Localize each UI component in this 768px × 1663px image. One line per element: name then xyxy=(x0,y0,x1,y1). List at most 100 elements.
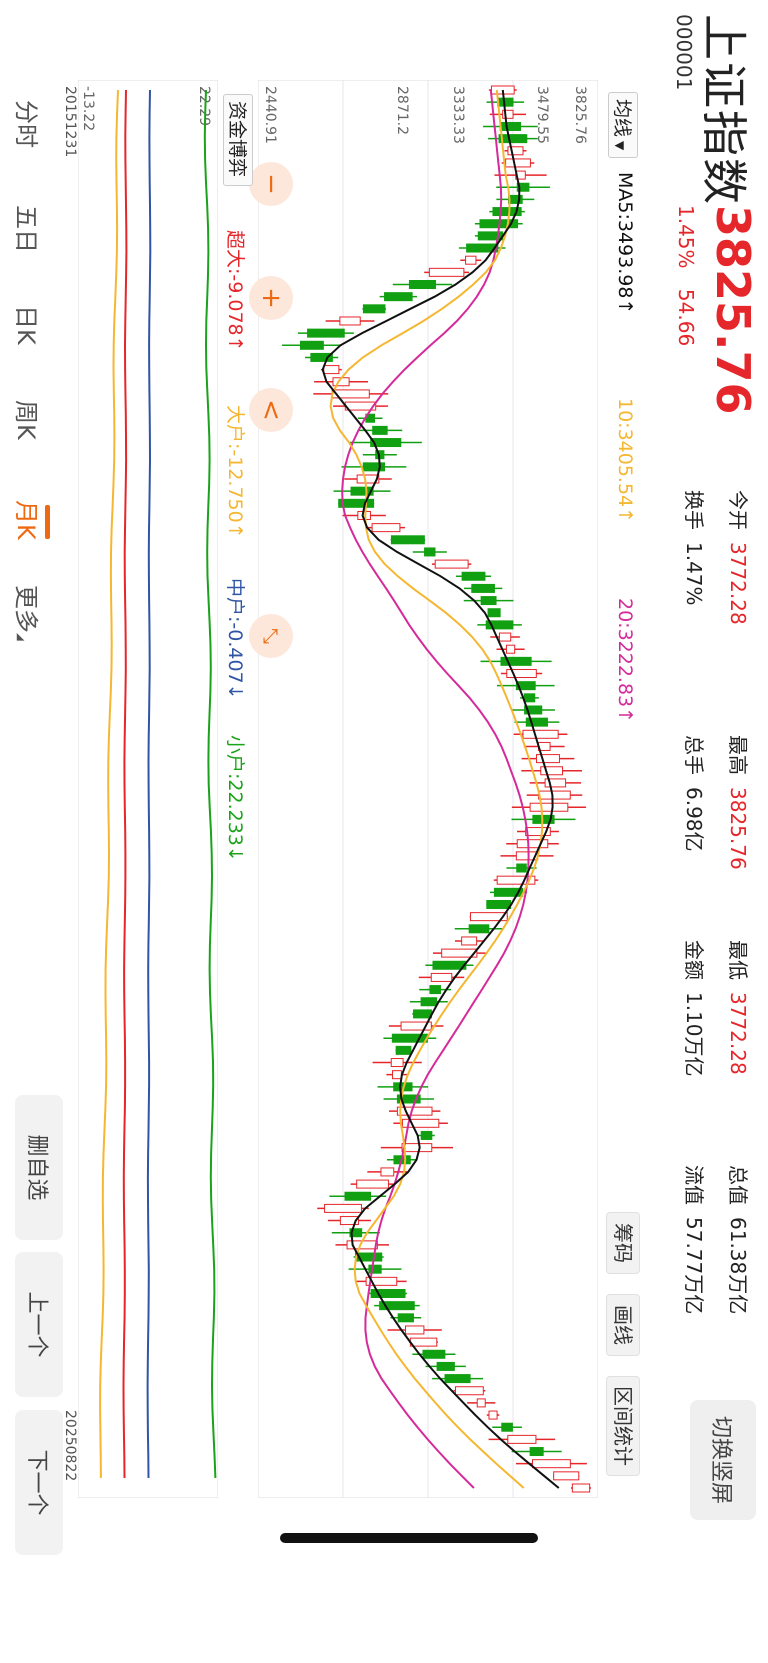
candle-body xyxy=(498,632,512,642)
candle-body xyxy=(371,523,401,533)
stat-total-value: 总值61.38万亿 xyxy=(726,1165,750,1315)
candle-body xyxy=(529,802,569,812)
candle-body xyxy=(535,754,560,764)
candle-body xyxy=(516,839,549,849)
candle-body xyxy=(501,1422,513,1432)
fund-large-label: 大户:-12.750↑ xyxy=(224,405,246,539)
candle-body xyxy=(505,644,516,654)
previous-button[interactable]: 上一个 xyxy=(15,1252,63,1397)
candle-body xyxy=(465,255,477,265)
tab-five-day[interactable]: 五日 xyxy=(11,205,46,253)
candle-body xyxy=(471,583,495,593)
change-percent: 1.45% xyxy=(674,205,698,269)
end-date: 20250822 xyxy=(62,1410,78,1482)
kline-mid-label: 3333.33 xyxy=(450,86,466,144)
candle-body xyxy=(380,1167,395,1177)
candle-body xyxy=(390,1058,404,1068)
candle-body xyxy=(532,1459,571,1469)
stat-float-value: 流值57.77万亿 xyxy=(682,1165,706,1315)
candle-body xyxy=(362,462,386,472)
candle-body xyxy=(404,1325,425,1335)
stat-volume: 总手6.98亿 xyxy=(682,735,706,852)
ma10-label: 10:3405.54↑ xyxy=(614,398,636,524)
candle-body xyxy=(429,985,441,995)
candle-body xyxy=(390,535,425,545)
candle-body xyxy=(356,1179,389,1189)
tab-weekly[interactable]: 周K xyxy=(11,400,46,440)
tab-intraday[interactable]: 分时 xyxy=(11,100,46,148)
stock-code: 000001 xyxy=(672,14,696,91)
switch-portrait-button[interactable]: 切换竖屏 xyxy=(690,1400,756,1520)
candle-body xyxy=(307,328,345,338)
candle-body xyxy=(436,1361,455,1371)
candle-body xyxy=(422,1349,446,1359)
home-indicator xyxy=(280,1533,538,1543)
candle-body xyxy=(461,936,478,946)
candle-body xyxy=(434,559,469,569)
zoom-in-button[interactable]: + xyxy=(249,276,293,320)
scroll-left-button[interactable]: < xyxy=(249,388,293,432)
candle-body xyxy=(401,1143,433,1153)
chip-distribution-button[interactable]: 筹码 xyxy=(606,1212,640,1274)
candle-body xyxy=(498,134,528,144)
candle-body xyxy=(395,1045,412,1055)
candle-body xyxy=(372,425,388,435)
candle-body xyxy=(424,547,436,557)
fund-medium-label: 中户:-0.407↓ xyxy=(224,578,246,700)
candle-body xyxy=(461,571,486,581)
candle-body xyxy=(396,1106,433,1116)
tab-daily[interactable]: 日K xyxy=(11,305,46,345)
candle-body xyxy=(487,608,501,618)
candle-body xyxy=(430,972,453,982)
current-price: 3825.76 xyxy=(706,205,760,415)
stat-open: 今开3772.28 xyxy=(726,490,750,625)
kline-chart[interactable]: 3825.76 3479.55 3333.33 2871.2 2440.91 xyxy=(258,80,598,1498)
remove-watchlist-button[interactable]: 删自选 xyxy=(15,1095,63,1240)
candle-body xyxy=(529,1447,544,1457)
candle-body xyxy=(499,121,522,131)
candle-body xyxy=(362,304,386,314)
fund-bottom-label: -13.22 xyxy=(80,86,96,131)
candle-body xyxy=(454,1386,484,1396)
candle-body xyxy=(488,1410,498,1420)
candle-body xyxy=(323,365,340,375)
stat-low: 最低3772.28 xyxy=(726,940,750,1075)
ma-selector[interactable]: 均线▼ xyxy=(608,92,638,158)
candle-body xyxy=(507,1434,537,1444)
candle-body xyxy=(384,292,413,302)
draw-line-button[interactable]: 画线 xyxy=(606,1294,640,1356)
candle-body xyxy=(523,693,536,703)
active-tab-indicator xyxy=(45,505,50,539)
fund-chart[interactable]: 22.29 -13.22 xyxy=(78,80,218,1498)
tab-monthly[interactable]: 月K xyxy=(11,500,46,540)
ma20-label: 20:3222.83↑ xyxy=(614,598,636,724)
candle-body xyxy=(480,596,497,606)
candle-body xyxy=(420,997,438,1007)
dropdown-icon: ▼ xyxy=(613,141,627,151)
stat-high: 最高3825.76 xyxy=(726,735,750,870)
stock-name: 上证指数 xyxy=(697,14,751,206)
zoom-out-button[interactable]: − xyxy=(249,162,293,206)
fund-super-label: 超大:-9.078↑ xyxy=(224,230,246,352)
fund-top-label: 22.29 xyxy=(196,86,212,126)
candle-body xyxy=(324,1203,362,1213)
candle-body xyxy=(486,899,512,909)
caret-icon: ◢ xyxy=(15,633,26,641)
kline-bottom-label: 2440.91 xyxy=(262,86,278,144)
candle-body xyxy=(299,340,324,350)
candle-body xyxy=(476,1398,486,1408)
next-button[interactable]: 下一个 xyxy=(15,1410,63,1555)
kline-top-label: 3825.76 xyxy=(572,86,588,144)
candle-body xyxy=(409,1337,438,1347)
change-info: 1.45% 54.66 xyxy=(674,205,698,346)
candle-body xyxy=(522,729,559,739)
compress-icon[interactable]: ⤡ xyxy=(249,614,293,658)
fund-selector[interactable]: 资金博弈▼ xyxy=(198,94,253,186)
candle-body xyxy=(538,790,571,800)
kline-high-label: 3479.55 xyxy=(534,86,550,144)
candle-body xyxy=(344,1191,372,1201)
tab-more[interactable]: 更多◢ xyxy=(11,585,46,641)
fund-small-label: 小户:22.233↓ xyxy=(224,735,246,862)
range-stats-button[interactable]: 区间统计 xyxy=(606,1376,640,1476)
stat-amount: 金额1.10万亿 xyxy=(682,940,706,1077)
